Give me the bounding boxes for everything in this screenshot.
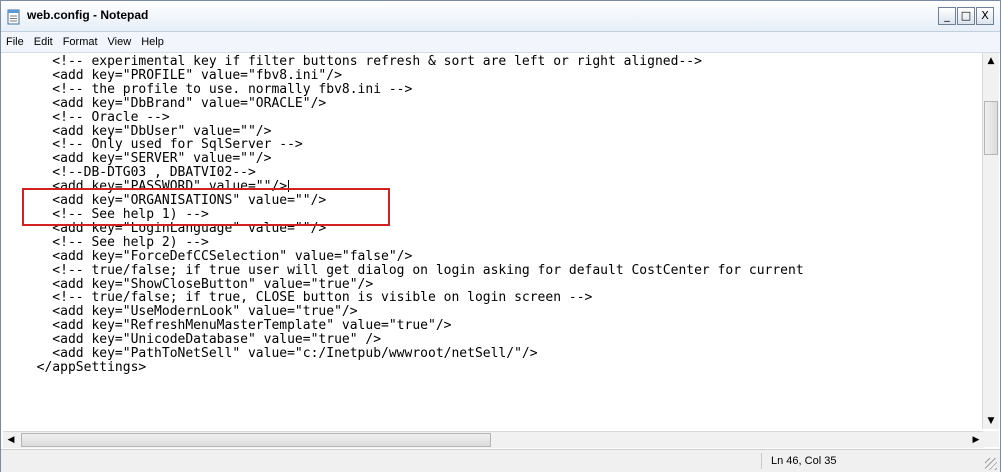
code-line: <add key="LoginLanguage" value=""/> [21,220,327,236]
code-line: <!-- Only used for SqlServer --> [21,137,303,153]
title-bar[interactable]: web.config - Notepad _ □ X [1,1,1000,32]
editor-content[interactable]: <!-- experimental key if filter buttons … [21,55,804,375]
menu-edit[interactable]: Edit [29,36,58,48]
window-title: web.config - Notepad [27,8,149,22]
password-line-text: <add key="PASSWORD" value=""/> [21,179,288,195]
window-controls: _ □ X [937,7,994,25]
status-bar: Ln 46, Col 35 [1,449,1000,472]
menu-bar: File Edit Format View Help [1,32,1000,53]
vertical-scroll-thumb[interactable] [984,101,998,155]
cursor-position: Ln 46, Col 35 [771,455,837,467]
code-line: <!-- experimental key if filter buttons … [21,54,702,69]
scrollbar-corner [983,431,999,447]
code-line: <add key="DbBrand" value="ORACLE"/> [21,95,327,111]
code-line: <add key="DbUser" value=""/> [21,123,272,139]
code-line: <!-- true/false; if true, CLOSE button i… [21,290,593,306]
maximize-button[interactable]: □ [957,7,975,25]
code-line: <add key="RefreshMenuMasterTemplate" val… [21,318,452,334]
code-line: <add key="SERVER" value=""/> [21,151,272,167]
text-caret [288,180,290,193]
code-line: <add key="ShowCloseButton" value="true"/… [21,276,374,292]
horizontal-scrollbar[interactable]: ◀ ▶ [3,431,984,448]
code-line: <!-- the profile to use. normally fbv8.i… [21,81,413,97]
menu-help[interactable]: Help [136,36,169,48]
minimize-icon: _ [944,9,950,22]
menu-view[interactable]: View [103,36,137,48]
close-button[interactable]: X [976,7,994,25]
code-line: <add key="UseModernLook" value="true"/> [21,304,358,320]
scroll-up-button[interactable]: ▲ [983,53,999,69]
status-divider [761,453,762,469]
horizontal-scroll-thumb[interactable] [21,433,491,447]
code-line: <add key="ForceDefCCSelection" value="fa… [21,248,413,264]
scroll-down-button[interactable]: ▼ [983,413,999,429]
code-line: </appSettings> [21,359,147,375]
scroll-up-icon: ▲ [987,56,995,66]
minimize-button[interactable]: _ [938,7,956,25]
code-line: <!-- See help 2) --> [21,234,209,250]
code-line: <add key="PathToNetSell" value="c:/Inetp… [21,346,538,362]
code-line: <!-- true/false; if true user will get d… [21,262,804,278]
close-icon: X [981,9,989,22]
text-editor[interactable]: <!-- experimental key if filter buttons … [3,53,983,427]
scroll-down-icon: ▼ [987,416,995,426]
size-grip-icon[interactable] [985,458,997,470]
menu-file[interactable]: File [1,36,29,48]
scroll-left-button[interactable]: ◀ [3,432,19,448]
scroll-right-icon: ▶ [972,435,980,445]
code-line: <!-- See help 1) --> [21,206,209,222]
code-line: <!-- Oracle --> [21,109,170,125]
notepad-icon [7,9,20,25]
notepad-window: web.config - Notepad _ □ X File Edit For… [0,0,1001,472]
vertical-scrollbar[interactable]: ▲ ▼ [982,53,999,429]
code-line: <add key="ORGANISATIONS" value=""/> [21,193,327,209]
scroll-left-icon: ◀ [7,435,15,445]
maximize-icon: □ [960,9,972,22]
scroll-right-button[interactable]: ▶ [968,432,984,448]
code-line: <add key="PROFILE" value="fbv8.ini"/> [21,67,342,83]
menu-format[interactable]: Format [58,36,103,48]
code-line: <add key="UnicodeDatabase" value="true" … [21,332,382,348]
code-line-password: <add key="PASSWORD" value=""/> [21,180,804,194]
code-line: <!--DB-DTG03 , DBATVI02--> [21,165,256,181]
